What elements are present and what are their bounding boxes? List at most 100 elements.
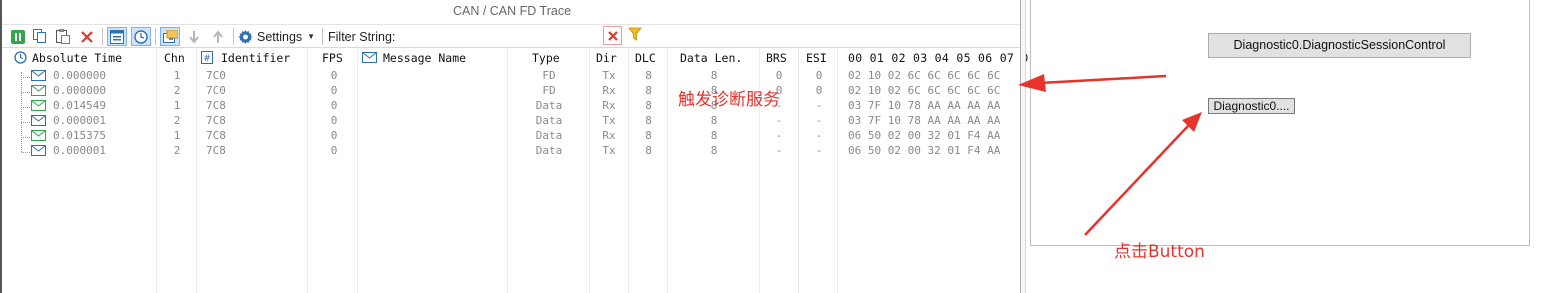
cell-fps: 0 <box>330 69 338 82</box>
toolbar-separator <box>233 28 234 45</box>
tree-connector <box>21 137 30 138</box>
cell-data-len: 8 <box>710 69 718 82</box>
header-data-len[interactable]: Data Len. <box>680 51 742 65</box>
cell-identifier: 7C8 <box>206 114 226 127</box>
column-divider <box>628 48 629 293</box>
paste-button[interactable] <box>53 27 73 46</box>
cell-time: 0.015375 <box>53 129 106 142</box>
cell-dlc: 8 <box>645 114 652 127</box>
filter-apply-button[interactable] <box>628 27 644 43</box>
diagnostic-panel: Diagnostic0.DiagnosticSessionControl Dia… <box>1030 0 1530 246</box>
cell-esi: - <box>815 129 823 142</box>
cell-esi: 0 <box>815 84 823 97</box>
cell-data-bytes: 06 50 02 00 32 01 F4 AA <box>848 144 1001 157</box>
clock-icon <box>14 51 27 64</box>
cell-time: 0.000000 <box>53 84 106 97</box>
header-data-bytes[interactable]: 00 01 02 03 04 05 06 07 0 <box>848 51 1029 65</box>
tree-connector <box>21 77 30 78</box>
cell-chn: 1 <box>173 69 181 82</box>
header-dir[interactable]: Dir <box>596 51 617 65</box>
header-brs[interactable]: BRS <box>766 51 787 65</box>
filter-clear-button[interactable] <box>603 26 622 45</box>
column-divider <box>507 48 508 293</box>
cell-data-bytes: 03 7F 10 78 AA AA AA AA <box>848 114 1001 127</box>
diagnostic-session-control-button[interactable]: Diagnostic0.DiagnosticSessionControl <box>1208 33 1471 58</box>
copy-icon <box>33 29 46 43</box>
filter-label: Filter String: <box>328 30 396 44</box>
cell-fps: 0 <box>330 114 338 127</box>
cell-data-len: 8 <box>710 144 718 157</box>
clock-icon <box>134 29 148 44</box>
settings-dropdown[interactable]: Settings ▼ <box>238 27 315 46</box>
diagnostic-button[interactable]: Diagnostic0.... <box>1208 98 1295 114</box>
arrow-up-icon <box>213 30 223 43</box>
cell-brs: - <box>775 144 783 157</box>
scroll-down-button[interactable] <box>184 27 204 46</box>
cell-time: 0.000001 <box>53 144 106 157</box>
annotation-trigger-diagnostic: 触发诊断服务 <box>678 90 780 110</box>
cell-esi: - <box>815 114 823 127</box>
cell-esi: - <box>815 144 823 157</box>
cell-data-bytes: 06 50 02 00 32 01 F4 AA <box>848 129 1001 142</box>
tree-connector <box>21 122 30 123</box>
cell-dlc: 8 <box>645 69 652 82</box>
funnel-icon <box>628 27 642 41</box>
import-button[interactable] <box>160 27 180 46</box>
fixed-position-button[interactable] <box>107 27 127 46</box>
header-fps[interactable]: FPS <box>322 51 343 65</box>
cell-identifier: 7C8 <box>206 99 226 112</box>
window-title: CAN / CAN FD Trace <box>452 4 572 18</box>
copy-button[interactable] <box>30 27 50 46</box>
header-esi[interactable]: ESI <box>806 51 827 65</box>
envelope-icon <box>31 145 46 156</box>
toolbar-separator <box>102 28 103 45</box>
cell-time: 0.000000 <box>53 69 106 82</box>
cell-dlc: 8 <box>645 84 652 97</box>
cell-identifier: 7C8 <box>206 144 226 157</box>
title-bar: CAN / CAN FD Trace <box>2 0 1022 23</box>
cell-fps: 0 <box>330 129 338 142</box>
column-divider <box>667 48 668 293</box>
cell-chn: 2 <box>173 84 181 97</box>
cell-identifier: 7C8 <box>206 129 226 142</box>
red-x-icon <box>607 30 618 41</box>
import-icon <box>162 29 178 43</box>
column-divider <box>156 48 157 293</box>
toolbar-separator <box>322 28 323 45</box>
cell-brs: 0 <box>775 69 783 82</box>
pause-button[interactable] <box>8 27 28 46</box>
tree-connector <box>21 92 30 93</box>
envelope-icon <box>31 85 46 96</box>
delete-button[interactable] <box>77 27 97 46</box>
cell-dir: Tx <box>602 69 616 82</box>
envelope-icon <box>31 115 46 126</box>
envelope-icon <box>31 130 46 141</box>
cell-data-bytes: 03 7F 10 78 AA AA AA AA <box>848 99 1001 112</box>
time-mode-button[interactable] <box>131 27 151 46</box>
panel-splitter[interactable] <box>1020 0 1026 293</box>
cell-type: Data <box>535 99 563 112</box>
arrow-down-icon <box>189 30 199 43</box>
tree-connector <box>21 72 22 152</box>
cell-chn: 1 <box>173 129 181 142</box>
scroll-up-button[interactable] <box>208 27 228 46</box>
cell-dlc: 8 <box>645 99 652 112</box>
cell-data-len: 8 <box>710 114 718 127</box>
column-divider <box>798 48 799 293</box>
cell-dlc: 8 <box>645 144 652 157</box>
header-chn[interactable]: Chn <box>164 51 185 65</box>
filter-input[interactable] <box>400 28 596 45</box>
can-trace-window: CAN / CAN FD Trace Settings ▼ Filter Str… <box>0 0 1028 293</box>
cell-type: FD <box>542 84 556 97</box>
header-type[interactable]: Type <box>532 51 560 65</box>
cell-dir: Tx <box>602 144 616 157</box>
cell-chn: 1 <box>173 99 181 112</box>
cell-data-len: 8 <box>710 129 718 142</box>
cell-data-bytes: 02 10 02 6C 6C 6C 6C 6C <box>848 84 1001 97</box>
header-dlc[interactable]: DLC <box>635 51 656 65</box>
trace-grid: Absolute Time Chn # Identifier FPS Messa… <box>2 47 1028 293</box>
column-divider <box>357 48 358 293</box>
hash-icon: # <box>201 51 213 64</box>
cell-data-bytes: 02 10 02 6C 6C 6C 6C 6C <box>848 69 1001 82</box>
cell-type: Data <box>535 114 563 127</box>
